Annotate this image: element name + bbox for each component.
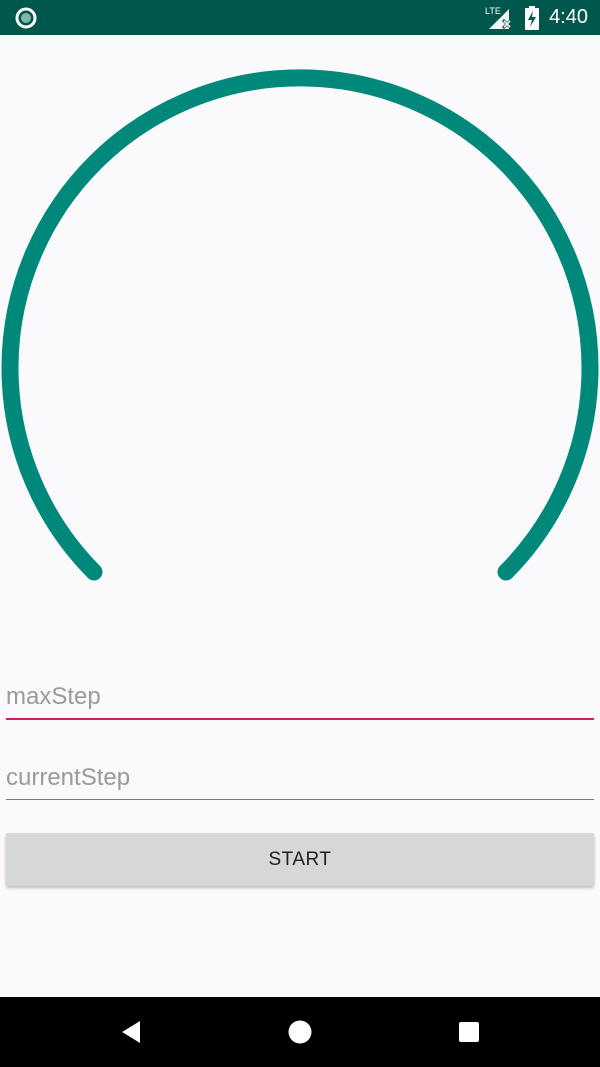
navigation-bar bbox=[0, 997, 600, 1067]
recents-square-icon[interactable] bbox=[456, 1019, 482, 1045]
status-right: LTE 4:40 bbox=[485, 0, 588, 35]
home-circle-icon[interactable] bbox=[287, 1019, 313, 1045]
status-bar: LTE 4:40 bbox=[0, 0, 600, 35]
start-button[interactable]: START bbox=[6, 833, 594, 886]
main-content: START bbox=[0, 35, 600, 997]
circle-notification-icon bbox=[15, 7, 37, 29]
back-triangle-icon[interactable] bbox=[118, 1019, 144, 1045]
max-step-field[interactable] bbox=[6, 682, 594, 720]
svg-text:LTE: LTE bbox=[485, 6, 501, 16]
step-progress-gauge bbox=[1, 69, 599, 581]
battery-charging-icon bbox=[525, 5, 540, 30]
status-time: 4:40 bbox=[549, 6, 588, 28]
gauge-track-arc bbox=[1, 69, 599, 581]
signal-lte-icon: LTE bbox=[485, 6, 513, 29]
current-step-field[interactable] bbox=[6, 762, 594, 800]
